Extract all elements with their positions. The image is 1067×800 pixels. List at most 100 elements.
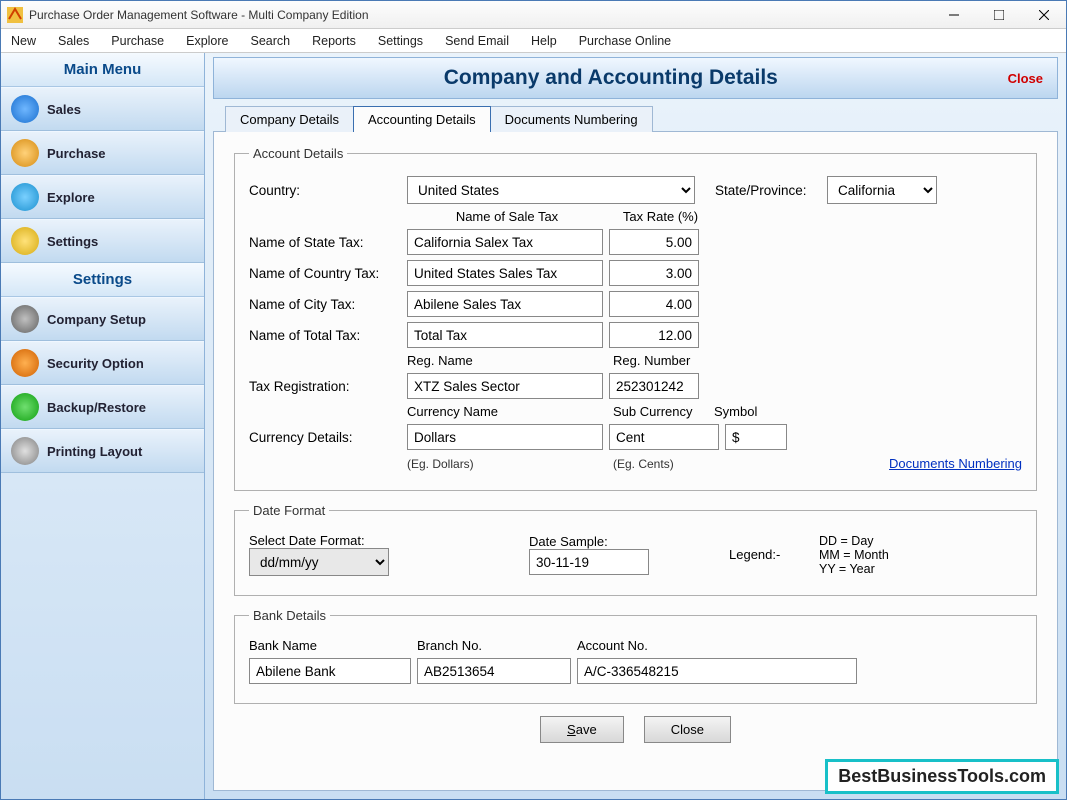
- legend-mm: MM = Month: [819, 548, 889, 562]
- date-format-group: Date Format Select Date Format: dd/mm/yy…: [234, 503, 1037, 596]
- state-tax-rate-input[interactable]: [609, 229, 699, 255]
- symbol-header: Symbol: [714, 404, 779, 419]
- sidebar-item-company-setup[interactable]: Company Setup: [1, 297, 204, 341]
- tab-strip: Company Details Accounting Details Docum…: [225, 105, 1058, 131]
- menu-explore[interactable]: Explore: [186, 34, 228, 48]
- menu-reports[interactable]: Reports: [312, 34, 356, 48]
- sidebar-item-purchase[interactable]: Purchase: [1, 131, 204, 175]
- bank-details-group: Bank Details Bank Name Branch No. Accoun…: [234, 608, 1037, 704]
- close-window-button[interactable]: [1021, 1, 1066, 29]
- symbol-input[interactable]: [725, 424, 787, 450]
- eg-dollars: (Eg. Dollars): [407, 457, 607, 471]
- menu-settings[interactable]: Settings: [378, 34, 423, 48]
- city-tax-label: Name of City Tax:: [249, 297, 407, 312]
- close-button[interactable]: Close: [644, 716, 731, 743]
- account-no-header: Account No.: [577, 638, 648, 653]
- tab-documents-numbering[interactable]: Documents Numbering: [490, 106, 653, 132]
- account-no-input[interactable]: [577, 658, 857, 684]
- tax-registration-label: Tax Registration:: [249, 379, 407, 394]
- save-button[interactable]: Save: [540, 716, 624, 743]
- sidebar-item-label: Printing Layout: [47, 444, 142, 459]
- menu-help[interactable]: Help: [531, 34, 557, 48]
- date-sample-label: Date Sample:: [529, 534, 729, 549]
- settings-icon: [11, 227, 39, 255]
- lock-icon: [11, 349, 39, 377]
- bank-name-header: Bank Name: [249, 638, 417, 653]
- legend-label: Legend:-: [729, 547, 819, 562]
- sidebar-header-settings: Settings: [1, 263, 204, 297]
- select-date-format-label: Select Date Format:: [249, 533, 529, 548]
- tab-company-details[interactable]: Company Details: [225, 106, 354, 132]
- menu-sales[interactable]: Sales: [58, 34, 89, 48]
- tab-panel: Account Details Country: United States S…: [213, 131, 1058, 791]
- reg-number-header: Reg. Number: [613, 353, 708, 368]
- app-window: Purchase Order Management Software - Mul…: [0, 0, 1067, 800]
- sidebar-item-label: Settings: [47, 234, 98, 249]
- reg-name-input[interactable]: [407, 373, 603, 399]
- date-sample-input[interactable]: [529, 549, 649, 575]
- eg-cents: (Eg. Cents): [613, 457, 723, 471]
- company-icon: [11, 305, 39, 333]
- tax-rate-header: Tax Rate (%): [613, 209, 708, 224]
- legend-dd: DD = Day: [819, 534, 889, 548]
- purchase-icon: [11, 139, 39, 167]
- sidebar-item-label: Backup/Restore: [47, 400, 146, 415]
- app-icon: [7, 7, 23, 23]
- documents-numbering-link[interactable]: Documents Numbering: [889, 456, 1022, 471]
- city-tax-name-input[interactable]: [407, 291, 603, 317]
- close-link[interactable]: Close: [1008, 71, 1043, 86]
- menu-purchase-online[interactable]: Purchase Online: [579, 34, 671, 48]
- account-details-legend: Account Details: [249, 146, 347, 161]
- menu-new[interactable]: New: [11, 34, 36, 48]
- legend-yy: YY = Year: [819, 562, 889, 576]
- state-label: State/Province:: [715, 183, 827, 198]
- page-title: Company and Accounting Details: [214, 66, 1008, 90]
- minimize-button[interactable]: [931, 1, 976, 29]
- state-tax-name-input[interactable]: [407, 229, 603, 255]
- menu-search[interactable]: Search: [251, 34, 291, 48]
- country-select[interactable]: United States: [407, 176, 695, 204]
- bank-name-input[interactable]: [249, 658, 411, 684]
- sidebar-item-explore[interactable]: Explore: [1, 175, 204, 219]
- currency-name-input[interactable]: [407, 424, 603, 450]
- sidebar-item-backup-restore[interactable]: Backup/Restore: [1, 385, 204, 429]
- window-title: Purchase Order Management Software - Mul…: [29, 8, 931, 22]
- country-tax-name-input[interactable]: [407, 260, 603, 286]
- printer-icon: [11, 437, 39, 465]
- sub-currency-header: Sub Currency: [613, 404, 708, 419]
- sales-icon: [11, 95, 39, 123]
- sidebar-header-main: Main Menu: [1, 53, 204, 87]
- bank-details-legend: Bank Details: [249, 608, 330, 623]
- branch-no-input[interactable]: [417, 658, 571, 684]
- sidebar-item-label: Sales: [47, 102, 81, 117]
- state-select[interactable]: California: [827, 176, 937, 204]
- currency-name-header: Currency Name: [407, 404, 607, 419]
- sidebar-item-security[interactable]: Security Option: [1, 341, 204, 385]
- date-format-legend: Date Format: [249, 503, 329, 518]
- sub-currency-input[interactable]: [609, 424, 719, 450]
- sidebar-item-sales[interactable]: Sales: [1, 87, 204, 131]
- menubar: New Sales Purchase Explore Search Report…: [1, 29, 1066, 53]
- sidebar: Main Menu Sales Purchase Explore Setting…: [1, 53, 205, 799]
- sidebar-item-printing-layout[interactable]: Printing Layout: [1, 429, 204, 473]
- titlebar: Purchase Order Management Software - Mul…: [1, 1, 1066, 29]
- total-tax-name-input[interactable]: [407, 322, 603, 348]
- watermark: BestBusinessTools.com: [825, 759, 1059, 794]
- sidebar-item-settings[interactable]: Settings: [1, 219, 204, 263]
- branch-no-header: Branch No.: [417, 638, 577, 653]
- menu-purchase[interactable]: Purchase: [111, 34, 164, 48]
- maximize-button[interactable]: [976, 1, 1021, 29]
- sale-tax-header: Name of Sale Tax: [407, 209, 607, 224]
- city-tax-rate-input[interactable]: [609, 291, 699, 317]
- menu-send-email[interactable]: Send Email: [445, 34, 509, 48]
- country-tax-rate-input[interactable]: [609, 260, 699, 286]
- sidebar-item-label: Company Setup: [47, 312, 146, 327]
- country-tax-label: Name of Country Tax:: [249, 266, 407, 281]
- reg-number-input[interactable]: [609, 373, 699, 399]
- total-tax-rate-input[interactable]: [609, 322, 699, 348]
- sidebar-item-label: Security Option: [47, 356, 144, 371]
- content-area: Company and Accounting Details Close Com…: [205, 53, 1066, 799]
- tab-accounting-details[interactable]: Accounting Details: [353, 106, 491, 132]
- date-format-select[interactable]: dd/mm/yy: [249, 548, 389, 576]
- explore-icon: [11, 183, 39, 211]
